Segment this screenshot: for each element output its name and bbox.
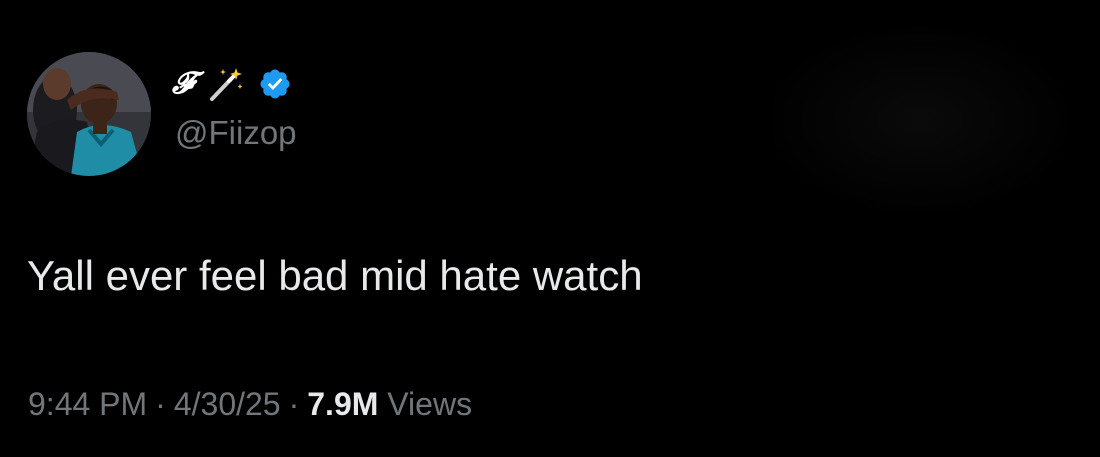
meta-separator: · — [155, 386, 166, 422]
verified-badge-icon[interactable] — [258, 67, 292, 101]
tweet-card: 𝓕 @Fiizop Yall ever feel bad mid hate wa… — [0, 0, 1100, 457]
author-handle[interactable]: @Fiizop — [175, 116, 297, 149]
tweet-text: Yall ever feel bad mid hate watch — [27, 252, 643, 299]
tweet-date[interactable]: 4/30/25 — [174, 386, 281, 422]
tweet-time[interactable]: 9:44 PM — [28, 386, 147, 422]
display-name[interactable]: 𝓕 — [172, 69, 194, 99]
views-count[interactable]: 7.9M — [307, 386, 378, 422]
views-label[interactable]: Views — [387, 386, 472, 422]
avatar[interactable] — [27, 52, 151, 176]
background-shadow — [760, 20, 1080, 220]
magic-wand-icon — [208, 66, 244, 102]
author-name-row[interactable]: 𝓕 — [172, 62, 292, 106]
meta-separator: · — [288, 386, 300, 422]
tweet-meta: 9:44 PM · 4/30/25 · 7.9M Views — [28, 388, 472, 420]
profile-photo — [27, 52, 151, 176]
